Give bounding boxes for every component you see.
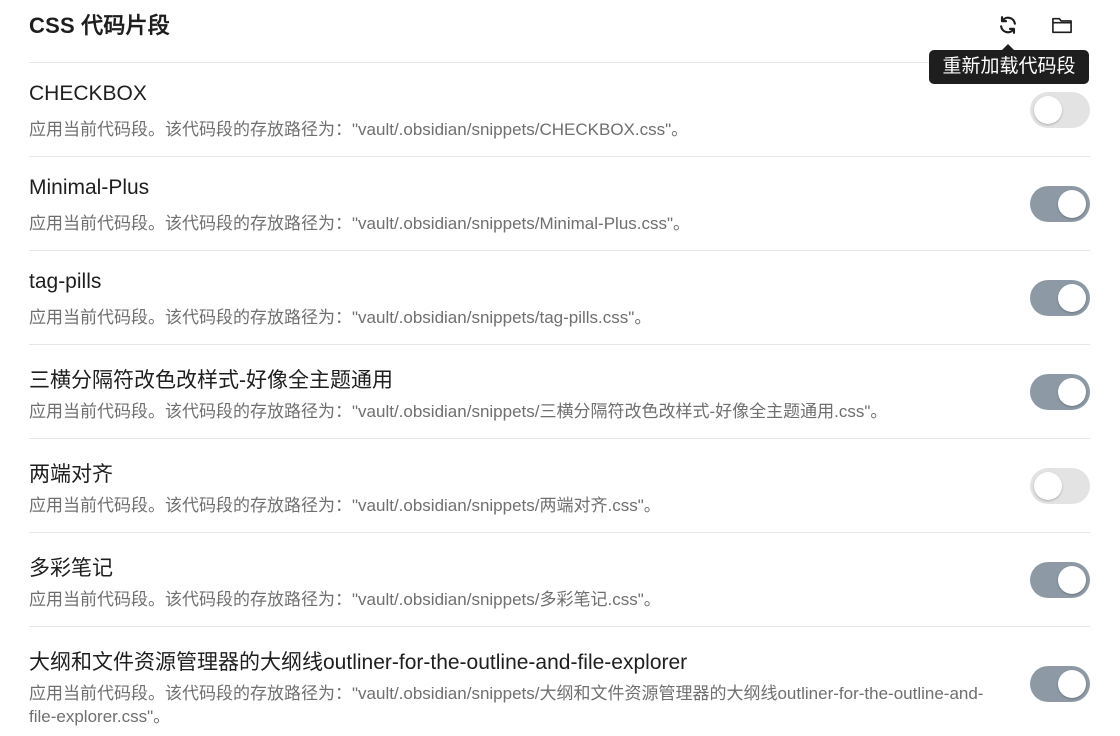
section-title: CSS 代码片段 bbox=[29, 13, 170, 38]
snippet-description: 应用当前代码段。该代码段的存放路径为："vault/.obsidian/snip… bbox=[29, 214, 691, 233]
snippet-name: 大纲和文件资源管理器的大纲线outliner-for-the-outline-a… bbox=[29, 651, 688, 674]
toggle-knob bbox=[1034, 96, 1062, 124]
tooltip-arrow bbox=[1001, 44, 1015, 51]
reload-snippets-button[interactable] bbox=[993, 11, 1023, 39]
snippet-row-outliner: 大纲和文件资源管理器的大纲线outliner-for-the-outline-a… bbox=[29, 627, 1090, 733]
reload-icon bbox=[1000, 16, 1016, 34]
tooltip-text: 重新加载代码段 bbox=[942, 56, 1076, 77]
snippet-name: 多彩笔记 bbox=[29, 557, 113, 580]
snippet-name: 两端对齐 bbox=[29, 463, 113, 486]
snippet-description: 应用当前代码段。该代码段的存放路径为："vault/.obsidian/snip… bbox=[29, 308, 652, 327]
snippet-name: tag-pills bbox=[29, 270, 102, 293]
open-snippets-folder-button[interactable] bbox=[1047, 11, 1077, 39]
snippet-name: CHECKBOX bbox=[29, 82, 147, 105]
snippet-toggle[interactable] bbox=[1030, 186, 1090, 222]
snippet-row-divider-style: 三横分隔符改色改样式-好像全主题通用 应用当前代码段。该代码段的存放路径为："v… bbox=[29, 345, 1090, 439]
toggle-knob bbox=[1058, 670, 1086, 698]
toggle-knob bbox=[1058, 284, 1086, 312]
toggle-knob bbox=[1034, 472, 1062, 500]
snippet-description: 应用当前代码段。该代码段的存放路径为："vault/.obsidian/snip… bbox=[29, 402, 888, 421]
snippet-row-minimal-plus: Minimal-Plus 应用当前代码段。该代码段的存放路径为："vault/.… bbox=[29, 157, 1090, 251]
folder-icon bbox=[1052, 17, 1072, 34]
snippet-list: CHECKBOX 应用当前代码段。该代码段的存放路径为："vault/.obsi… bbox=[29, 63, 1090, 733]
toggle-knob bbox=[1058, 378, 1086, 406]
reload-tooltip: 重新加载代码段 bbox=[929, 44, 1089, 84]
snippet-description: 应用当前代码段。该代码段的存放路径为："vault/.obsidian/snip… bbox=[29, 684, 984, 726]
snippet-toggle[interactable] bbox=[1030, 374, 1090, 410]
snippet-row-colorful-notes: 多彩笔记 应用当前代码段。该代码段的存放路径为："vault/.obsidian… bbox=[29, 533, 1090, 627]
snippet-toggle[interactable] bbox=[1030, 468, 1090, 504]
snippets-settings-page: CSS 代码片段 重新加载代码段 CHECKBOX 应用当前代码段。该代码段的存… bbox=[0, 0, 1120, 736]
snippet-toggle[interactable] bbox=[1030, 92, 1090, 128]
snippet-name: 三横分隔符改色改样式-好像全主题通用 bbox=[29, 369, 393, 392]
snippet-description: 应用当前代码段。该代码段的存放路径为："vault/.obsidian/snip… bbox=[29, 120, 689, 139]
snippet-toggle[interactable] bbox=[1030, 280, 1090, 316]
snippet-description: 应用当前代码段。该代码段的存放路径为："vault/.obsidian/snip… bbox=[29, 590, 661, 609]
snippet-description: 应用当前代码段。该代码段的存放路径为："vault/.obsidian/snip… bbox=[29, 496, 661, 515]
snippet-toggle[interactable] bbox=[1030, 562, 1090, 598]
toggle-knob bbox=[1058, 566, 1086, 594]
snippet-row-tag-pills: tag-pills 应用当前代码段。该代码段的存放路径为："vault/.obs… bbox=[29, 251, 1090, 345]
snippet-row-justify: 两端对齐 应用当前代码段。该代码段的存放路径为："vault/.obsidian… bbox=[29, 439, 1090, 533]
snippet-name: Minimal-Plus bbox=[29, 176, 150, 199]
snippet-toggle[interactable] bbox=[1030, 666, 1090, 702]
toggle-knob bbox=[1058, 190, 1086, 218]
